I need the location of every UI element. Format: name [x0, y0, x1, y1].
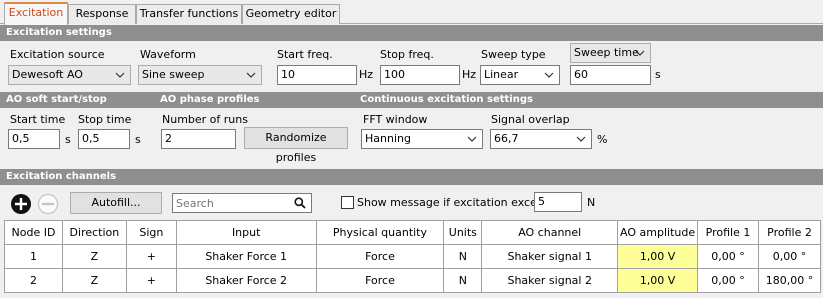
cell-physical-quantity: Force — [315, 244, 445, 269]
column-header[interactable]: Direction — [61, 220, 127, 245]
chevron-down-icon — [544, 72, 554, 78]
cell-units: N — [443, 268, 483, 293]
start-time-input[interactable]: 0,5 — [8, 129, 60, 149]
stop-time-input[interactable]: 0,5 — [78, 129, 130, 149]
cell-physical-quantity: Force — [315, 268, 445, 293]
start-time-unit: s — [65, 133, 71, 146]
cell-ao-amplitude[interactable]: 1,00 V — [617, 268, 699, 293]
excitation-channels-table: Node ID Direction Sign Input Physical qu… — [4, 220, 822, 293]
tab-bar: Excitation Response Transfer functions G… — [0, 0, 823, 25]
signal-overlap-label: Signal overlap — [491, 113, 570, 126]
sweep-time-input[interactable]: 60 — [570, 65, 651, 85]
show-message-label: Show message if excitation exceeds — [357, 196, 557, 209]
tab-excitation[interactable]: Excitation — [4, 2, 68, 25]
column-header[interactable]: Input — [175, 220, 317, 245]
fft-window-value: Hanning — [365, 132, 411, 145]
tab-response[interactable]: Response — [68, 4, 136, 24]
stop-time-label: Stop time — [78, 113, 132, 126]
excitation-source-label: Excitation source — [10, 48, 105, 61]
column-header[interactable]: AO channel — [481, 220, 619, 245]
exceed-value-input[interactable]: 5 — [534, 192, 582, 212]
cell-direction[interactable]: Z — [61, 268, 127, 293]
tab-transfer-functions[interactable]: Transfer functions — [136, 4, 242, 24]
excitation-source-value: Dewesoft AO — [12, 68, 83, 81]
tab-geometry-editor[interactable]: Geometry editor — [242, 4, 340, 24]
number-of-runs-input[interactable]: 2 — [161, 129, 236, 149]
stop-freq-unit: Hz — [462, 68, 477, 81]
column-header[interactable]: Units — [443, 220, 483, 245]
start-time-label: Start time — [10, 113, 66, 126]
column-header[interactable]: Physical quantity — [315, 220, 445, 245]
sweep-type-label: Sweep type — [481, 48, 546, 61]
table-row[interactable]: 1 Z + Shaker Force 1 Force N Shaker sign… — [4, 244, 822, 269]
exceed-unit: N — [587, 196, 596, 209]
chevron-down-icon — [115, 72, 125, 78]
signal-overlap-value: 66,7 — [494, 132, 519, 145]
search-box[interactable] — [172, 193, 312, 213]
cell-ao-channel[interactable]: Shaker signal 1 — [481, 244, 619, 269]
number-of-runs-label: Number of runs — [162, 113, 248, 126]
search-icon[interactable] — [294, 197, 306, 209]
phase-profiles-title: AO phase profiles — [160, 94, 260, 105]
cell-profile-2[interactable]: 180,00 ° — [757, 268, 822, 293]
fft-window-label: FFT window — [363, 113, 428, 126]
table-header-row: Node ID Direction Sign Input Physical qu… — [4, 220, 822, 245]
chevron-down-icon — [467, 136, 477, 142]
column-header[interactable]: Node ID — [4, 220, 63, 245]
column-header[interactable]: Sign — [125, 220, 177, 245]
continuous-title: Continuous excitation settings — [360, 94, 533, 105]
stop-freq-label: Stop freq. — [380, 48, 434, 61]
add-channel-icon[interactable] — [10, 193, 32, 215]
sweep-type-value: Linear — [484, 68, 519, 81]
sweep-type-select[interactable]: Linear — [480, 65, 560, 85]
sweep-time-unit: s — [655, 68, 661, 81]
chevron-down-icon — [576, 136, 586, 142]
show-message-checkbox[interactable] — [341, 196, 354, 209]
waveform-value: Sine sweep — [142, 68, 205, 81]
column-header[interactable]: Profile 1 — [697, 220, 759, 245]
column-header[interactable]: Profile 2 — [757, 220, 822, 245]
excitation-source-select[interactable]: Dewesoft AO — [8, 65, 131, 85]
start-freq-unit: Hz — [359, 68, 374, 81]
start-freq-label: Start freq. — [277, 48, 333, 61]
excitation-settings-header: Excitation settings — [0, 25, 823, 41]
cell-ao-amplitude[interactable]: 1,00 V — [617, 244, 699, 269]
cell-profile-2[interactable]: 0,00 ° — [757, 244, 822, 269]
cell-input[interactable]: Shaker Force 2 — [175, 268, 317, 293]
cell-profile-1[interactable]: 0,00 ° — [697, 244, 759, 269]
signal-overlap-select[interactable]: 66,7 — [490, 129, 592, 149]
stop-freq-input[interactable]: 100 — [380, 65, 460, 85]
waveform-select[interactable]: Sine sweep — [138, 65, 262, 85]
search-input[interactable] — [173, 194, 288, 212]
cell-units: N — [443, 244, 483, 269]
table-row[interactable]: 2 Z + Shaker Force 2 Force N Shaker sign… — [4, 268, 822, 293]
cell-ao-channel[interactable]: Shaker signal 2 — [481, 268, 619, 293]
soft-start-title: AO soft start/stop — [6, 94, 107, 105]
cell-sign[interactable]: + — [125, 268, 177, 293]
chevron-down-icon — [635, 50, 645, 56]
excitation-channels-title: Excitation channels — [6, 171, 117, 182]
autofill-button[interactable]: Autofill... — [70, 192, 162, 214]
signal-overlap-unit: % — [597, 133, 608, 146]
cell-node-id[interactable]: 2 — [4, 268, 63, 293]
cell-input[interactable]: Shaker Force 1 — [175, 244, 317, 269]
excitation-channels-header: Excitation channels — [0, 169, 823, 185]
stop-time-unit: s — [135, 133, 141, 146]
soft-start-header: AO soft start/stop AO phase profiles Con… — [0, 92, 823, 108]
start-freq-input[interactable]: 10 — [277, 65, 357, 85]
cell-node-id[interactable]: 1 — [4, 244, 63, 269]
fft-window-select[interactable]: Hanning — [361, 129, 483, 149]
randomize-profiles-button[interactable]: Randomize profiles — [244, 127, 348, 164]
column-header[interactable]: AO amplitude — [617, 220, 699, 245]
chevron-down-icon — [246, 72, 256, 78]
cell-sign[interactable]: + — [125, 244, 177, 269]
waveform-label: Waveform — [140, 48, 196, 61]
sweep-time-mode-value: Sweep time — [574, 46, 639, 59]
sweep-time-mode-select[interactable]: Sweep time — [570, 43, 651, 63]
cell-profile-1[interactable]: 0,00 ° — [697, 268, 759, 293]
excitation-settings-title: Excitation settings — [6, 27, 112, 38]
remove-channel-icon[interactable] — [37, 193, 59, 215]
cell-direction[interactable]: Z — [61, 244, 127, 269]
